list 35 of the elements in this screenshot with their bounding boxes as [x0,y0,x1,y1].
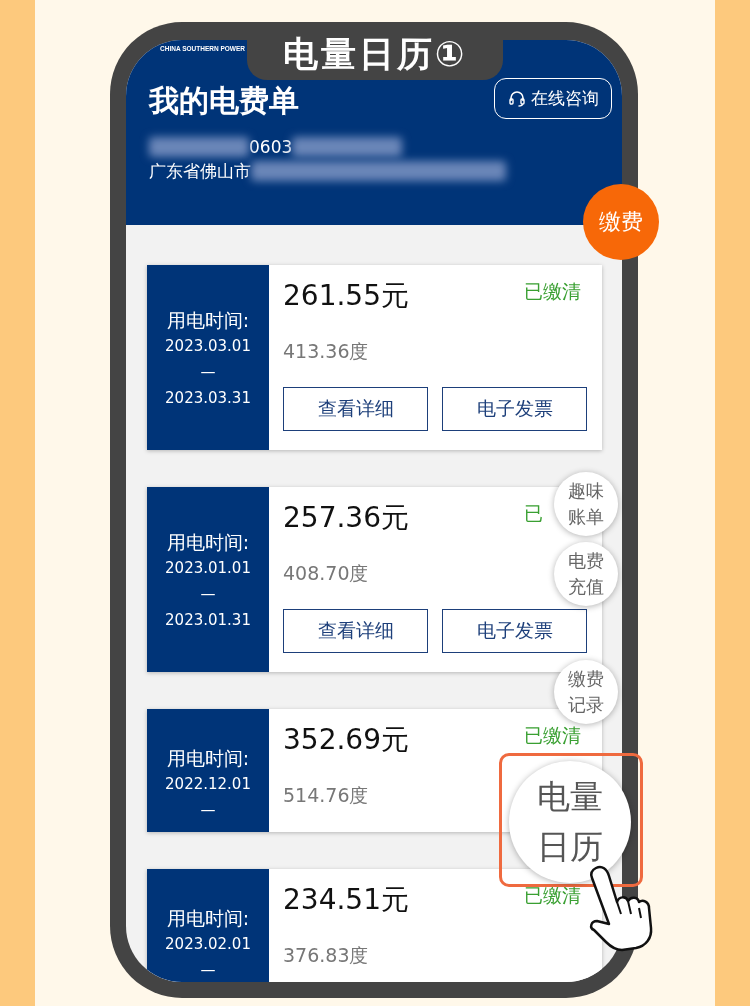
usage-kwh: 408.70度 [283,561,369,586]
details-button[interactable]: 查看详细 [283,609,428,653]
address-text: 广东省佛山市 [149,159,251,183]
account-number: 0603 [249,137,293,157]
bill-amount: 352.69元 [283,722,409,758]
bill-amount: 261.55元 [283,278,409,314]
start-date: 2023.01.01 [165,558,251,579]
usage-kwh: 514.76度 [283,783,369,808]
invoice-button[interactable]: 电子发票 [442,609,587,653]
period-label: 用电时间: [166,746,250,771]
period-label: 用电时间: [166,308,250,333]
invoice-button[interactable]: 电子发票 [442,387,587,431]
paid-status: 已缴清 [524,280,581,302]
date-dash: — [200,800,216,821]
start-date: 2023.02.01 [165,934,251,955]
paid-status: 已缴清 [524,724,581,746]
page-title: 我的电费单 [149,82,299,120]
paid-status: 已 [524,502,543,524]
headset-icon [507,88,527,109]
date-dash: — [200,362,216,383]
period-label: 用电时间: [166,906,250,931]
date-dash: — [200,960,216,981]
bill-amount: 257.36元 [283,500,409,536]
start-date: 2023.03.01 [165,336,251,357]
period-label: 用电时间: [166,530,250,555]
end-date: 2023.01.31 [165,610,251,631]
usage-kwh: 376.83度 [283,943,369,968]
details-button[interactable]: 查看详细 [283,387,428,431]
date-dash: — [200,584,216,605]
bill-amount: 234.51元 [283,882,409,918]
usage-kwh: 413.36度 [283,339,369,364]
paid-status: 已缴清 [524,884,581,906]
end-date: 2023.03.31 [165,388,251,409]
consult-button[interactable]: 在线咨询 [494,78,612,119]
start-date: 2022.12.01 [165,774,251,795]
